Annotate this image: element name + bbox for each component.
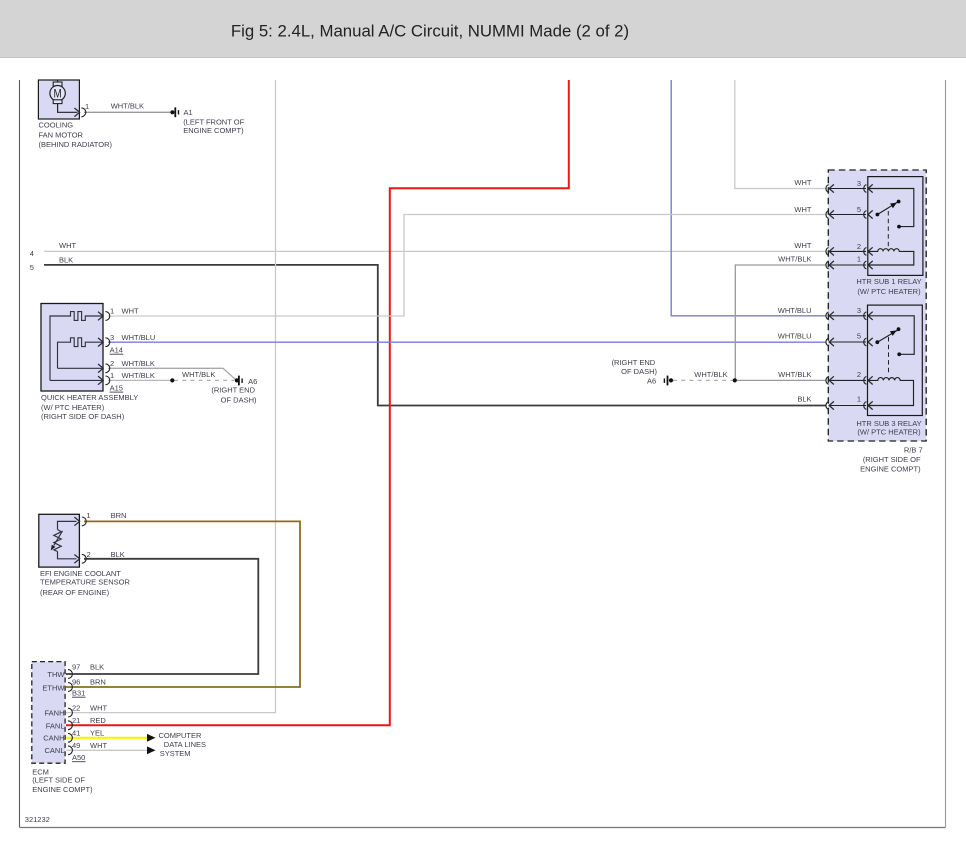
svg-text:HTR SUB 1 RELAY: HTR SUB 1 RELAY [856, 277, 921, 286]
svg-text:WHT/BLU: WHT/BLU [122, 333, 156, 342]
svg-text:BLK: BLK [59, 256, 73, 265]
svg-text:4: 4 [30, 249, 34, 258]
svg-text:WHT/BLK: WHT/BLK [122, 371, 155, 380]
svg-text:(RIGHT SIDE OF DASH): (RIGHT SIDE OF DASH) [41, 412, 125, 421]
svg-text:ENGINE COMPT): ENGINE COMPT) [32, 785, 93, 794]
svg-text:2: 2 [110, 359, 114, 368]
svg-text:CANH: CANH [43, 733, 64, 742]
svg-text:SYSTEM: SYSTEM [160, 749, 191, 758]
svg-text:(RIGHT END: (RIGHT END [612, 358, 656, 367]
svg-text:BRN: BRN [90, 678, 106, 687]
svg-text:1: 1 [86, 511, 90, 520]
svg-text:WHT/BLK: WHT/BLK [182, 370, 215, 379]
svg-text:5: 5 [857, 331, 861, 340]
svg-text:2: 2 [857, 370, 861, 379]
svg-text:WHT/BLK: WHT/BLK [778, 255, 811, 264]
svg-text:FANH: FANH [44, 708, 64, 717]
svg-text:3: 3 [857, 306, 861, 315]
svg-text:WHT: WHT [794, 178, 811, 187]
svg-text:21: 21 [72, 716, 80, 725]
svg-text:WHT: WHT [90, 703, 107, 712]
svg-text:HTR SUB 3 RELAY: HTR SUB 3 RELAY [856, 419, 921, 428]
svg-text:WHT/BLK: WHT/BLK [694, 370, 727, 379]
svg-text:ENGINE COMPT): ENGINE COMPT) [183, 126, 244, 135]
svg-text:WHT: WHT [59, 241, 76, 250]
svg-text:321232: 321232 [25, 815, 50, 824]
svg-text:1: 1 [857, 395, 861, 404]
svg-text:(RIGHT END: (RIGHT END [211, 385, 255, 394]
svg-text:3: 3 [857, 179, 861, 188]
svg-text:DATA LINES: DATA LINES [164, 740, 206, 749]
svg-text:WHT/BLK: WHT/BLK [122, 359, 155, 368]
svg-text:41: 41 [72, 729, 80, 738]
svg-text:R/B 7: R/B 7 [904, 445, 923, 454]
svg-text:(REAR OF ENGINE): (REAR OF ENGINE) [40, 588, 110, 597]
svg-text:A6: A6 [647, 377, 656, 386]
svg-text:WHT/BLU: WHT/BLU [778, 306, 812, 315]
svg-text:2: 2 [87, 550, 91, 559]
svg-text:BLK: BLK [111, 550, 125, 559]
svg-text:THW: THW [47, 670, 65, 679]
svg-text:1: 1 [857, 254, 861, 263]
svg-text:OF DASH): OF DASH) [221, 396, 257, 405]
svg-text:WHT/BLK: WHT/BLK [111, 101, 144, 110]
svg-text:M: M [54, 87, 62, 101]
svg-text:A1: A1 [184, 108, 193, 117]
svg-text:WHT: WHT [122, 307, 139, 316]
svg-text:1: 1 [85, 102, 89, 111]
svg-text:BLK: BLK [90, 663, 104, 672]
svg-text:OF DASH): OF DASH) [621, 367, 657, 376]
svg-text:FANL: FANL [46, 721, 65, 730]
svg-text:ENGINE COMPT): ENGINE COMPT) [860, 465, 921, 474]
svg-text:WHT/BLK: WHT/BLK [778, 370, 811, 379]
svg-text:(W/ PTC HEATER): (W/ PTC HEATER) [41, 403, 105, 412]
svg-text:3: 3 [110, 333, 114, 342]
svg-text:B31: B31 [72, 688, 85, 697]
svg-text:WHT/BLU: WHT/BLU [778, 331, 812, 340]
svg-text:COOLING: COOLING [39, 120, 74, 129]
svg-text:RED: RED [90, 716, 106, 725]
svg-text:A14: A14 [110, 345, 123, 354]
svg-text:(LEFT SIDE OF: (LEFT SIDE OF [32, 776, 85, 785]
svg-text:5: 5 [857, 205, 861, 214]
svg-text:WHT: WHT [794, 241, 811, 250]
svg-text:YEL: YEL [90, 729, 104, 738]
svg-text:ETHW: ETHW [42, 684, 65, 693]
svg-text:(W/ PTC HEATER): (W/ PTC HEATER) [857, 428, 921, 437]
svg-text:(RIGHT SIDE OF: (RIGHT SIDE OF [863, 455, 921, 464]
svg-text:5: 5 [30, 263, 34, 272]
svg-text:COMPUTER: COMPUTER [159, 731, 203, 740]
svg-text:2: 2 [857, 242, 861, 251]
svg-text:(W/ PTC HEATER): (W/ PTC HEATER) [857, 287, 921, 296]
svg-text:CANL: CANL [44, 746, 64, 755]
svg-text:A15: A15 [110, 383, 123, 392]
svg-text:49: 49 [72, 741, 80, 750]
svg-text:TEMPERATURE SENSOR: TEMPERATURE SENSOR [40, 578, 130, 587]
svg-text:1: 1 [110, 307, 114, 316]
svg-text:A50: A50 [72, 753, 85, 762]
svg-text:QUICK HEATER ASSEMBLY: QUICK HEATER ASSEMBLY [41, 393, 138, 402]
svg-text:(BEHIND RADIATOR): (BEHIND RADIATOR) [39, 140, 113, 149]
svg-text:BRN: BRN [111, 511, 127, 520]
svg-text:WHT: WHT [794, 205, 811, 214]
svg-text:22: 22 [72, 703, 80, 712]
svg-text:BLK: BLK [797, 395, 811, 404]
svg-text:1: 1 [110, 371, 114, 380]
svg-text:Fig 5: 2.4L, Manual A/C Circui: Fig 5: 2.4L, Manual A/C Circuit, NUMMI M… [231, 22, 629, 41]
svg-text:WHT: WHT [90, 741, 107, 750]
svg-text:97: 97 [72, 663, 80, 672]
svg-text:96: 96 [72, 678, 80, 687]
svg-text:FAN MOTOR: FAN MOTOR [39, 130, 84, 139]
